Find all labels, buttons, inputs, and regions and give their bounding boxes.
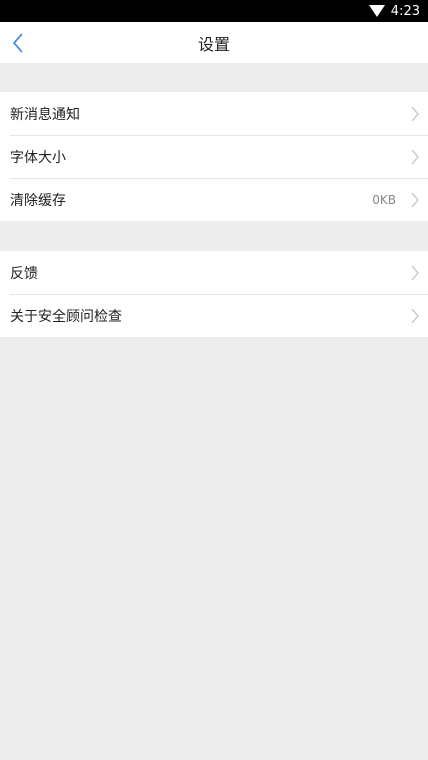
wifi-icon [368, 5, 385, 17]
setting-label: 清除缓存 [10, 192, 66, 209]
chevron-right-icon [411, 106, 419, 121]
page-title: 设置 [197, 34, 230, 54]
setting-feedback[interactable]: 反馈 [0, 251, 428, 294]
setting-label: 关于安全顾问检查 [10, 308, 122, 325]
status-bar: 4:23 [0, 0, 428, 22]
setting-about[interactable]: 关于安全顾问检查 [0, 294, 428, 337]
settings-group-2: 反馈 关于安全顾问检查 [0, 251, 428, 337]
status-time: 4:23 [390, 3, 420, 19]
back-arrow-icon [12, 32, 23, 53]
chevron-right-icon [411, 265, 419, 280]
settings-group-1: 新消息通知 字体大小 清除缓存 0KB [0, 92, 428, 221]
setting-label: 字体大小 [10, 149, 66, 166]
chevron-right-icon [411, 192, 419, 207]
chevron-right-icon [411, 149, 419, 164]
setting-font-size[interactable]: 字体大小 [0, 135, 428, 178]
back-button[interactable] [12, 22, 42, 63]
nav-bar: 设置 [0, 22, 428, 63]
setting-label: 反馈 [10, 265, 38, 282]
cache-size-value: 0KB [372, 192, 396, 207]
setting-clear-cache[interactable]: 清除缓存 0KB [0, 178, 428, 221]
chevron-right-icon [411, 308, 419, 323]
setting-label: 新消息通知 [10, 106, 80, 123]
setting-new-message-notification[interactable]: 新消息通知 [0, 92, 428, 135]
